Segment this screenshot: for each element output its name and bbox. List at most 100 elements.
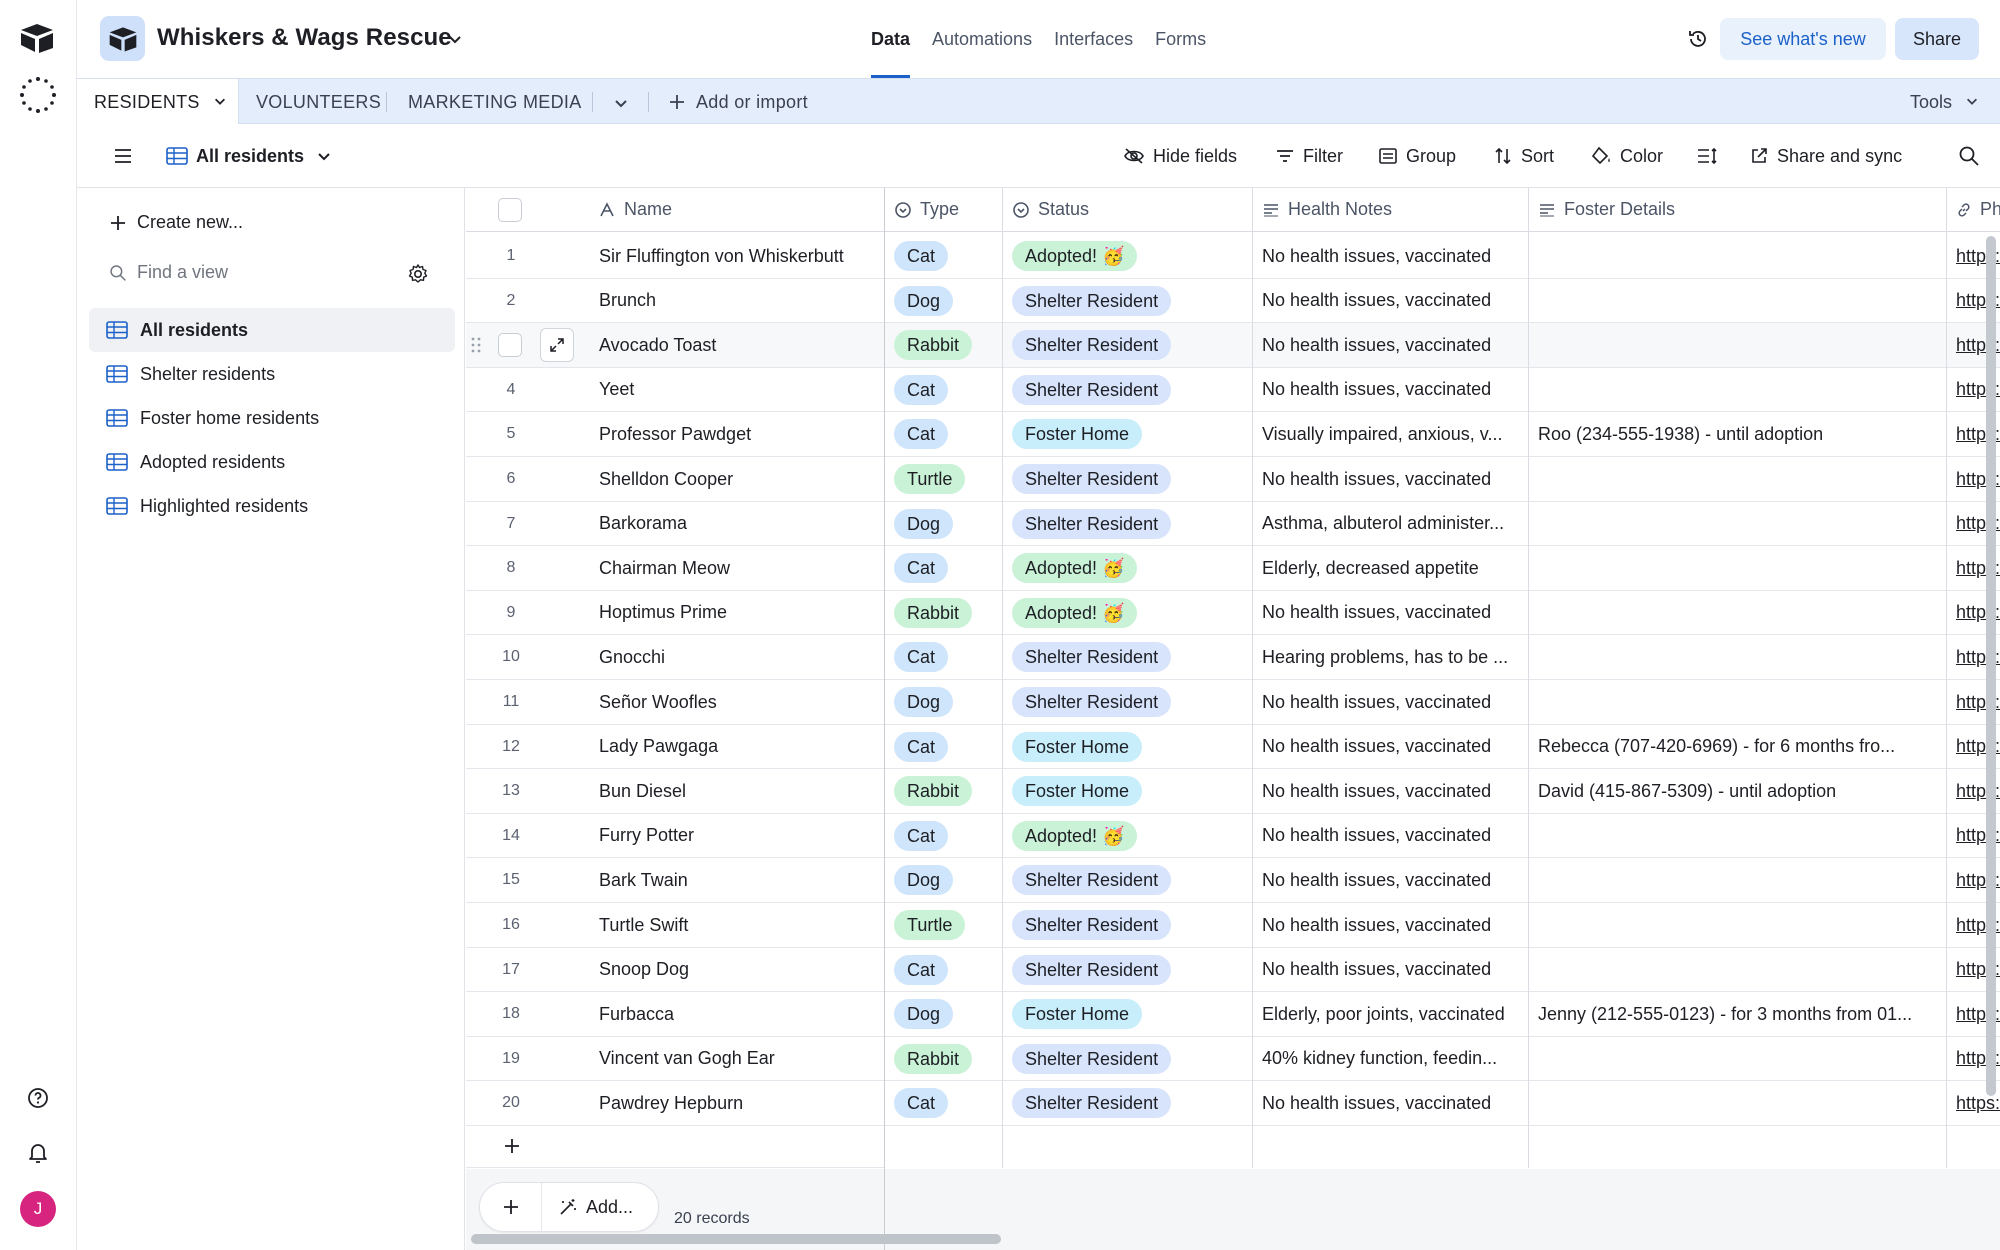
cell-health-notes[interactable]: No health issues, vaccinated — [1262, 591, 1524, 635]
cell-status[interactable]: Shelter Resident — [1012, 1081, 1248, 1125]
tab-forms[interactable]: Forms — [1144, 0, 1217, 78]
horizontal-scrollbar[interactable] — [471, 1234, 1001, 1244]
table-row[interactable]: 16 Turtle Swift Turtle Shelter Resident No h… — [466, 903, 2000, 948]
cell-type[interactable]: Cat — [894, 234, 999, 278]
cell-type[interactable]: Cat — [894, 412, 999, 456]
cell-health-notes[interactable]: No health issues, vaccinated — [1262, 769, 1524, 813]
base-name[interactable]: Whiskers & Wags Rescue — [157, 24, 452, 52]
cell-foster-details[interactable]: Jenny (212-555-0123) - for 3 months from… — [1538, 992, 1938, 1036]
create-new-view-button[interactable]: Create new... — [109, 212, 243, 233]
cell-health-notes[interactable]: No health issues, vaccinated — [1262, 279, 1524, 323]
cell-type[interactable]: Cat — [894, 368, 999, 412]
sidebar-view-foster-home-residents[interactable]: Foster home residents — [89, 396, 455, 440]
cell-name[interactable]: Yeet — [599, 368, 879, 412]
cell-health-notes[interactable]: 40% kidney function, feedin... — [1262, 1037, 1524, 1081]
cell-health-notes[interactable]: No health issues, vaccinated — [1262, 903, 1524, 947]
cell-foster-details[interactable] — [1538, 1037, 1938, 1081]
cell-name[interactable]: Bun Diesel — [599, 769, 879, 813]
cell-name[interactable]: Shelldon Cooper — [599, 457, 879, 501]
cell-name[interactable]: Barkorama — [599, 502, 879, 546]
cell-health-notes[interactable]: Hearing problems, has to be ... — [1262, 635, 1524, 679]
cell-foster-details[interactable] — [1538, 368, 1938, 412]
sidebar-view-shelter-residents[interactable]: Shelter residents — [89, 352, 455, 396]
cell-foster-details[interactable] — [1538, 814, 1938, 858]
group-button[interactable]: Group — [1378, 124, 1456, 188]
hide-fields-button[interactable]: Hide fields — [1123, 124, 1237, 188]
workspace-spinner-icon[interactable] — [19, 76, 57, 114]
more-tables-chevron-icon[interactable] — [613, 95, 629, 111]
add-or-import-button[interactable]: Add or import — [668, 79, 808, 125]
find-view-input[interactable]: Find a view — [109, 262, 228, 283]
table-row[interactable]: 13 Bun Diesel Rabbit Foster Home No health i… — [466, 769, 2000, 814]
table-row[interactable]: 19 Vincent van Gogh Ear Rabbit Shelter Resi… — [466, 1037, 2000, 1082]
column-header-name[interactable]: Name — [624, 199, 672, 220]
cell-type[interactable]: Dog — [894, 858, 999, 902]
cell-foster-details[interactable] — [1538, 234, 1938, 278]
cell-foster-details[interactable] — [1538, 1081, 1938, 1125]
cell-status[interactable]: Foster Home — [1012, 725, 1248, 769]
cell-foster-details[interactable] — [1538, 279, 1938, 323]
cell-type[interactable]: Cat — [894, 546, 999, 590]
cell-health-notes[interactable]: No health issues, vaccinated — [1262, 1081, 1524, 1125]
airtable-logo-icon[interactable] — [19, 22, 55, 54]
row-height-button[interactable] — [1696, 124, 1718, 188]
cell-name[interactable]: Brunch — [599, 279, 879, 323]
cell-name[interactable]: Turtle Swift — [599, 903, 879, 947]
column-header-foster-details[interactable]: Foster Details — [1528, 188, 1946, 232]
cell-health-notes[interactable]: Elderly, poor joints, vaccinated — [1262, 992, 1524, 1036]
cell-name[interactable]: Pawdrey Hepburn — [599, 1081, 879, 1125]
cell-type[interactable]: Turtle — [894, 903, 999, 947]
cell-status[interactable]: Shelter Resident — [1012, 1037, 1248, 1081]
cell-type[interactable]: Dog — [894, 992, 999, 1036]
cell-type[interactable]: Cat — [894, 1081, 999, 1125]
cell-status[interactable]: Adopted! 🥳 — [1012, 591, 1248, 635]
cell-foster-details[interactable] — [1538, 858, 1938, 902]
table-row[interactable]: 18 Furbacca Dog Foster Home Elderly, poor jo… — [466, 992, 2000, 1037]
cell-status[interactable]: Shelter Resident — [1012, 368, 1248, 412]
table-row[interactable]: 6 Shelldon Cooper Turtle Shelter Resident No… — [466, 457, 2000, 502]
column-header-status[interactable]: Status — [1002, 188, 1252, 232]
cell-name[interactable]: Professor Pawdget — [599, 412, 879, 456]
cell-name[interactable]: Snoop Dog — [599, 948, 879, 992]
tab-data[interactable]: Data — [860, 0, 921, 78]
cell-health-notes[interactable]: Visually impaired, anxious, v... — [1262, 412, 1524, 456]
cell-name[interactable]: Furry Potter — [599, 814, 879, 858]
cell-type[interactable]: Cat — [894, 725, 999, 769]
cell-health-notes[interactable]: Asthma, albuterol administer... — [1262, 502, 1524, 546]
column-header-health-notes[interactable]: Health Notes — [1252, 188, 1528, 232]
cell-type[interactable]: Rabbit — [894, 591, 999, 635]
table-tab-residents[interactable]: RESIDENTS — [77, 79, 239, 126]
cell-foster-details[interactable] — [1538, 591, 1938, 635]
cell-name[interactable]: Furbacca — [599, 992, 879, 1036]
cell-status[interactable]: Shelter Resident — [1012, 502, 1248, 546]
cell-name[interactable]: Sir Fluffington von Whiskerbutt — [599, 234, 879, 278]
cell-foster-details[interactable]: Rebecca (707-420-6969) - for 6 months fr… — [1538, 725, 1938, 769]
cell-type[interactable]: Dog — [894, 680, 999, 724]
table-row[interactable]: 12 Lady Pawgaga Cat Foster Home No health is… — [466, 725, 2000, 770]
cell-health-notes[interactable]: No health issues, vaccinated — [1262, 948, 1524, 992]
table-row[interactable]: 8 Chairman Meow Cat Adopted! 🥳 Elderly, decr… — [466, 546, 2000, 591]
cell-status[interactable]: Adopted! 🥳 — [1012, 546, 1248, 590]
select-all-checkbox[interactable] — [498, 197, 522, 222]
cell-type[interactable]: Cat — [894, 948, 999, 992]
table-row[interactable]: 20 Pawdrey Hepburn Cat Shelter Resident No h… — [466, 1081, 2000, 1126]
table-tab-volunteers[interactable]: VOLUNTEERS — [256, 79, 381, 125]
cell-status[interactable]: Shelter Resident — [1012, 279, 1248, 323]
cell-status[interactable]: Foster Home — [1012, 769, 1248, 813]
vertical-scrollbar[interactable] — [1986, 236, 1996, 1096]
drag-handle-icon[interactable] — [470, 336, 482, 354]
filter-button[interactable]: Filter — [1275, 124, 1343, 188]
sidebar-view-highlighted-residents[interactable]: Highlighted residents — [89, 484, 455, 528]
cell-health-notes[interactable]: No health issues, vaccinated — [1262, 725, 1524, 769]
chevron-down-icon[interactable] — [447, 31, 463, 47]
cell-type[interactable]: Rabbit — [894, 769, 999, 813]
toggle-sidebar-button[interactable] — [113, 124, 133, 188]
whats-new-button[interactable]: See what's new — [1720, 18, 1886, 60]
table-row[interactable]: 9 Hoptimus Prime Rabbit Adopted! 🥳 No health… — [466, 591, 2000, 636]
column-header-type[interactable]: Type — [884, 188, 1002, 232]
history-icon[interactable] — [1687, 28, 1709, 50]
cell-type[interactable]: Rabbit — [894, 323, 999, 367]
base-icon[interactable] — [100, 16, 145, 61]
photo-link[interactable]: https: — [1956, 1093, 2000, 1114]
sidebar-view-all-residents[interactable]: All residents — [89, 308, 455, 352]
